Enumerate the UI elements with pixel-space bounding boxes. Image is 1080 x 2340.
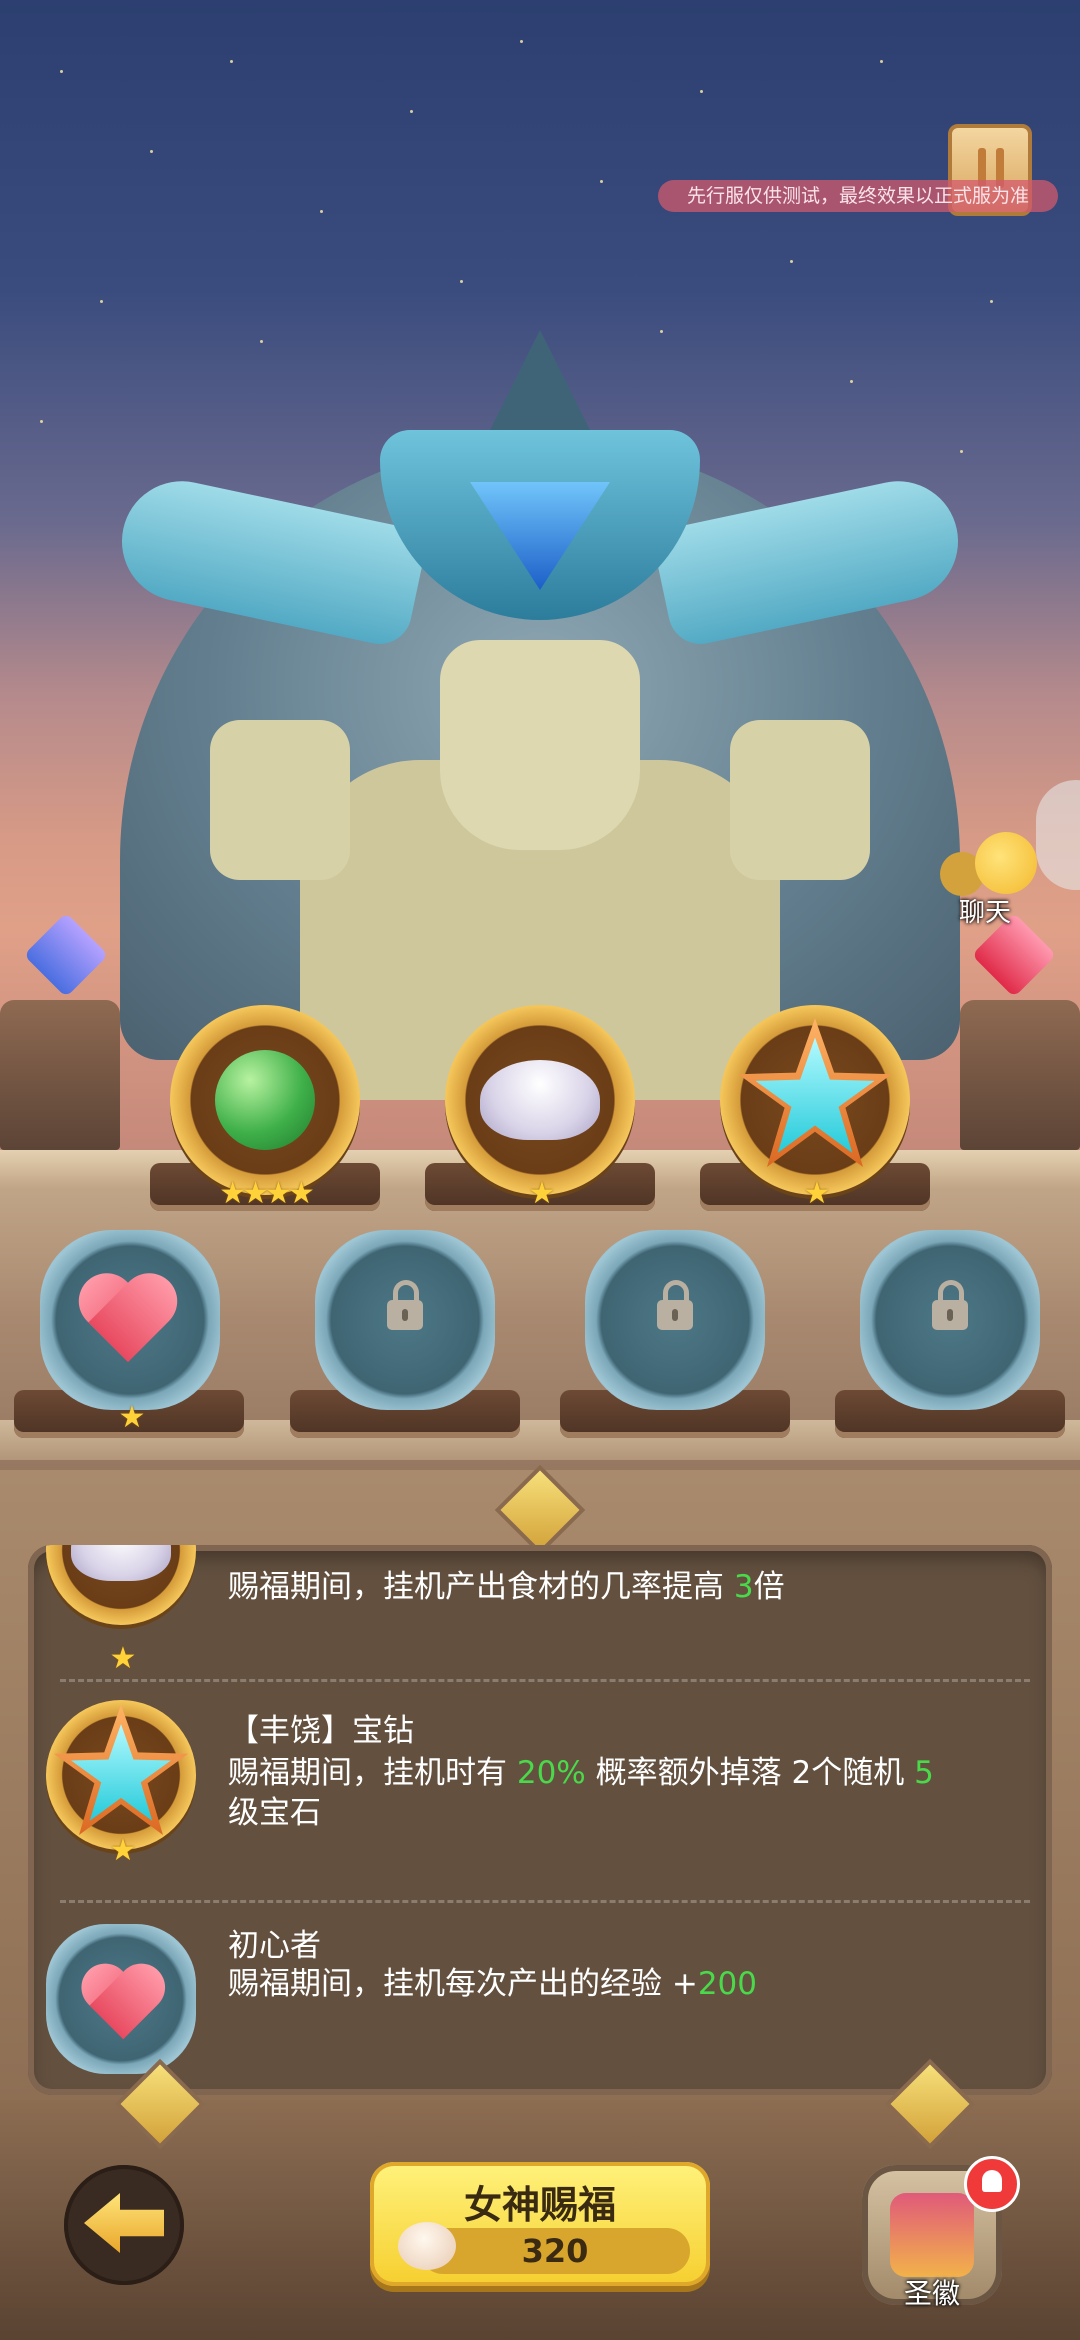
row-2-description: 赐福期间，挂机时有 20% 概率额外掉落 2个随机 5 级宝石: [228, 1755, 934, 1831]
shell-currency-icon: [398, 2222, 456, 2270]
emblem-icon: [890, 2193, 974, 2277]
row-2-badge: [46, 1700, 196, 1850]
shell-badge: [46, 1545, 196, 1625]
panel-top-diamond-icon: [494, 1464, 586, 1556]
lock-icon: [387, 1280, 423, 1330]
row-1-stars: ★: [109, 1641, 137, 1676]
pedestal-left: [0, 1000, 120, 1150]
row-1-description: 赐福期间，挂机产出食材的几率提高 3倍: [228, 1569, 785, 1605]
divider: [60, 1900, 1030, 1903]
emblem-label[interactable]: 圣徽: [860, 2272, 1004, 2312]
blessing-info-panel[interactable]: ★ 赐福期间，挂机产出食材的几率提高 3倍 ★ 【丰饶】宝钻 赐福期间，挂机时有…: [28, 1545, 1052, 2095]
back-button[interactable]: [64, 2165, 184, 2285]
lock-icon: [932, 1280, 968, 1330]
blessing-slot-4-locked[interactable]: [860, 1230, 1040, 1410]
slot-1-stars: ★: [118, 1400, 146, 1435]
blessing-cost-box: 320: [420, 2228, 690, 2274]
badge-1-stars: ★★★★: [219, 1176, 315, 1211]
shell-icon: [71, 1545, 171, 1581]
row-1-badge: [46, 1545, 196, 1625]
blessing-slot-3-locked[interactable]: [585, 1230, 765, 1410]
divider: [60, 1679, 1030, 1682]
goddess-statue-head: [440, 640, 640, 850]
lock-icon: [657, 1280, 693, 1330]
badge-2-stars: ★: [528, 1176, 556, 1211]
leaf-icon: [215, 1050, 315, 1150]
test-server-notice: 先行服仅供测试，最终效果以正式服为准: [658, 180, 1058, 212]
chat-icon[interactable]: [975, 832, 1037, 894]
statue-hand-right: [730, 720, 870, 880]
back-arrow-icon: [84, 2193, 164, 2253]
blessing-badge-3[interactable]: [720, 1005, 910, 1195]
row-3-badge: [46, 1924, 196, 2074]
row-2-stars: ★: [109, 1833, 137, 1868]
blessing-cost: 320: [521, 2232, 589, 2270]
blessing-slot-1[interactable]: [40, 1230, 220, 1410]
row-3-title: 初心者: [228, 1928, 321, 1964]
blessing-badge-2[interactable]: [445, 1005, 635, 1195]
row-2-title: 【丰饶】宝钻: [228, 1713, 414, 1749]
heart-badge: [46, 1924, 196, 2074]
shell-icon: [480, 1060, 600, 1140]
notification-bell-icon[interactable]: [964, 2156, 1020, 2212]
star-badge: [46, 1700, 196, 1850]
chat-label[interactable]: 聊天: [950, 892, 1020, 929]
heart-icon: [78, 1276, 178, 1366]
blessing-slot-2-locked[interactable]: [315, 1230, 495, 1410]
pedestal-right: [960, 1000, 1080, 1150]
heart-icon: [81, 1966, 158, 2034]
statue-hand-left: [210, 720, 350, 880]
row-3-description: 赐福期间，挂机每次产出的经验 +200: [228, 1966, 757, 2002]
blessing-badge-1[interactable]: [170, 1005, 360, 1195]
goddess-blessing-button[interactable]: 女神赐福 320: [370, 2162, 710, 2286]
badge-3-stars: ★: [803, 1176, 831, 1211]
blessing-button-label: 女神赐福: [463, 2183, 616, 2227]
